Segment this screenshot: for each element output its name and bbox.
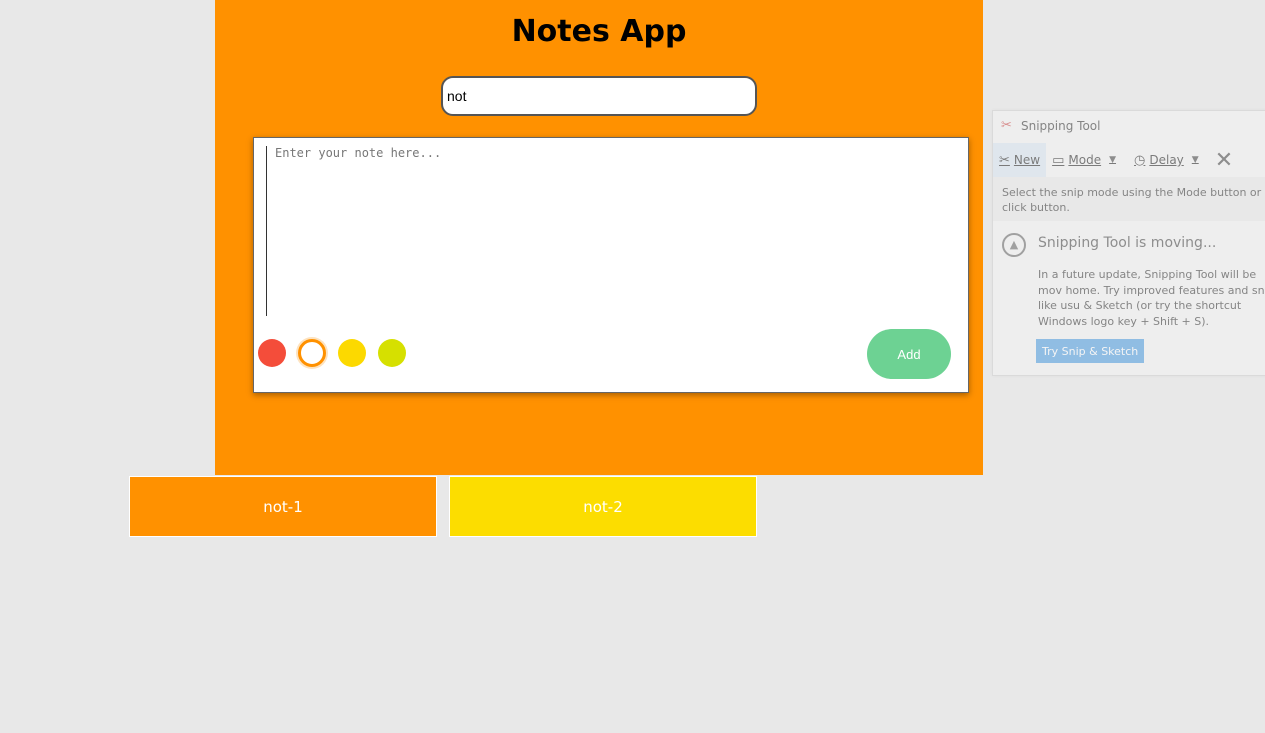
new-snip-button[interactable]: ✂ New <box>993 143 1047 177</box>
chevron-down-icon: ▼ <box>1109 155 1117 165</box>
snipping-tool-moving-title: Snipping Tool is moving... <box>1038 235 1217 251</box>
snipping-tool-window: ✂ Snipping Tool ✂ New ▭ Mode ▼ ◷ Delay ▼… <box>992 110 1265 376</box>
try-snip-sketch-button[interactable]: Try Snip & Sketch <box>1036 339 1145 363</box>
scissors-icon: ✂ <box>1001 118 1012 133</box>
app-title: Notes App <box>511 14 687 49</box>
notes-app-panel: Notes App Add <box>215 0 983 475</box>
search-input[interactable] <box>441 76 757 116</box>
mode-label: Mode <box>1068 153 1102 167</box>
snipping-tool-title: Snipping Tool <box>1021 119 1101 133</box>
mountain-icon: ▲ <box>1002 233 1026 257</box>
color-option-orange[interactable] <box>298 339 326 367</box>
snipping-tool-titlebar: ✂ Snipping Tool <box>993 111 1265 141</box>
color-option-yellow[interactable] <box>338 339 366 367</box>
note-item[interactable]: not-1 <box>129 476 437 537</box>
snip-mode-hint: Select the snip mode using the Mode butt… <box>993 177 1265 221</box>
mode-rectangle-icon: ▭ <box>1052 152 1065 168</box>
snipping-tool-moving-body: In a future update, Snipping Tool will b… <box>1038 268 1265 328</box>
color-option-lime[interactable] <box>378 339 406 367</box>
note-item-text: not-2 <box>583 497 623 516</box>
delay-label: Delay <box>1149 153 1184 167</box>
note-composer-card: Add <box>253 137 969 393</box>
new-snip-label: New <box>1013 153 1041 167</box>
scissors-icon: ✂ <box>999 152 1010 168</box>
add-note-button[interactable]: Add <box>867 329 951 379</box>
delay-button[interactable]: ◷ Delay ▼ <box>1128 143 1211 177</box>
color-option-red[interactable] <box>258 339 286 367</box>
clock-icon: ◷ <box>1134 152 1146 168</box>
snipping-tool-toolbar: ✂ New ▭ Mode ▼ ◷ Delay ▼ ✕ <box>993 143 1265 177</box>
close-icon[interactable]: ✕ <box>1211 148 1237 173</box>
note-textarea[interactable] <box>266 146 946 316</box>
note-item[interactable]: not-2 <box>449 476 757 537</box>
chevron-down-icon: ▼ <box>1191 155 1199 165</box>
mode-button[interactable]: ▭ Mode ▼ <box>1046 143 1128 177</box>
note-item-text: not-1 <box>263 497 303 516</box>
